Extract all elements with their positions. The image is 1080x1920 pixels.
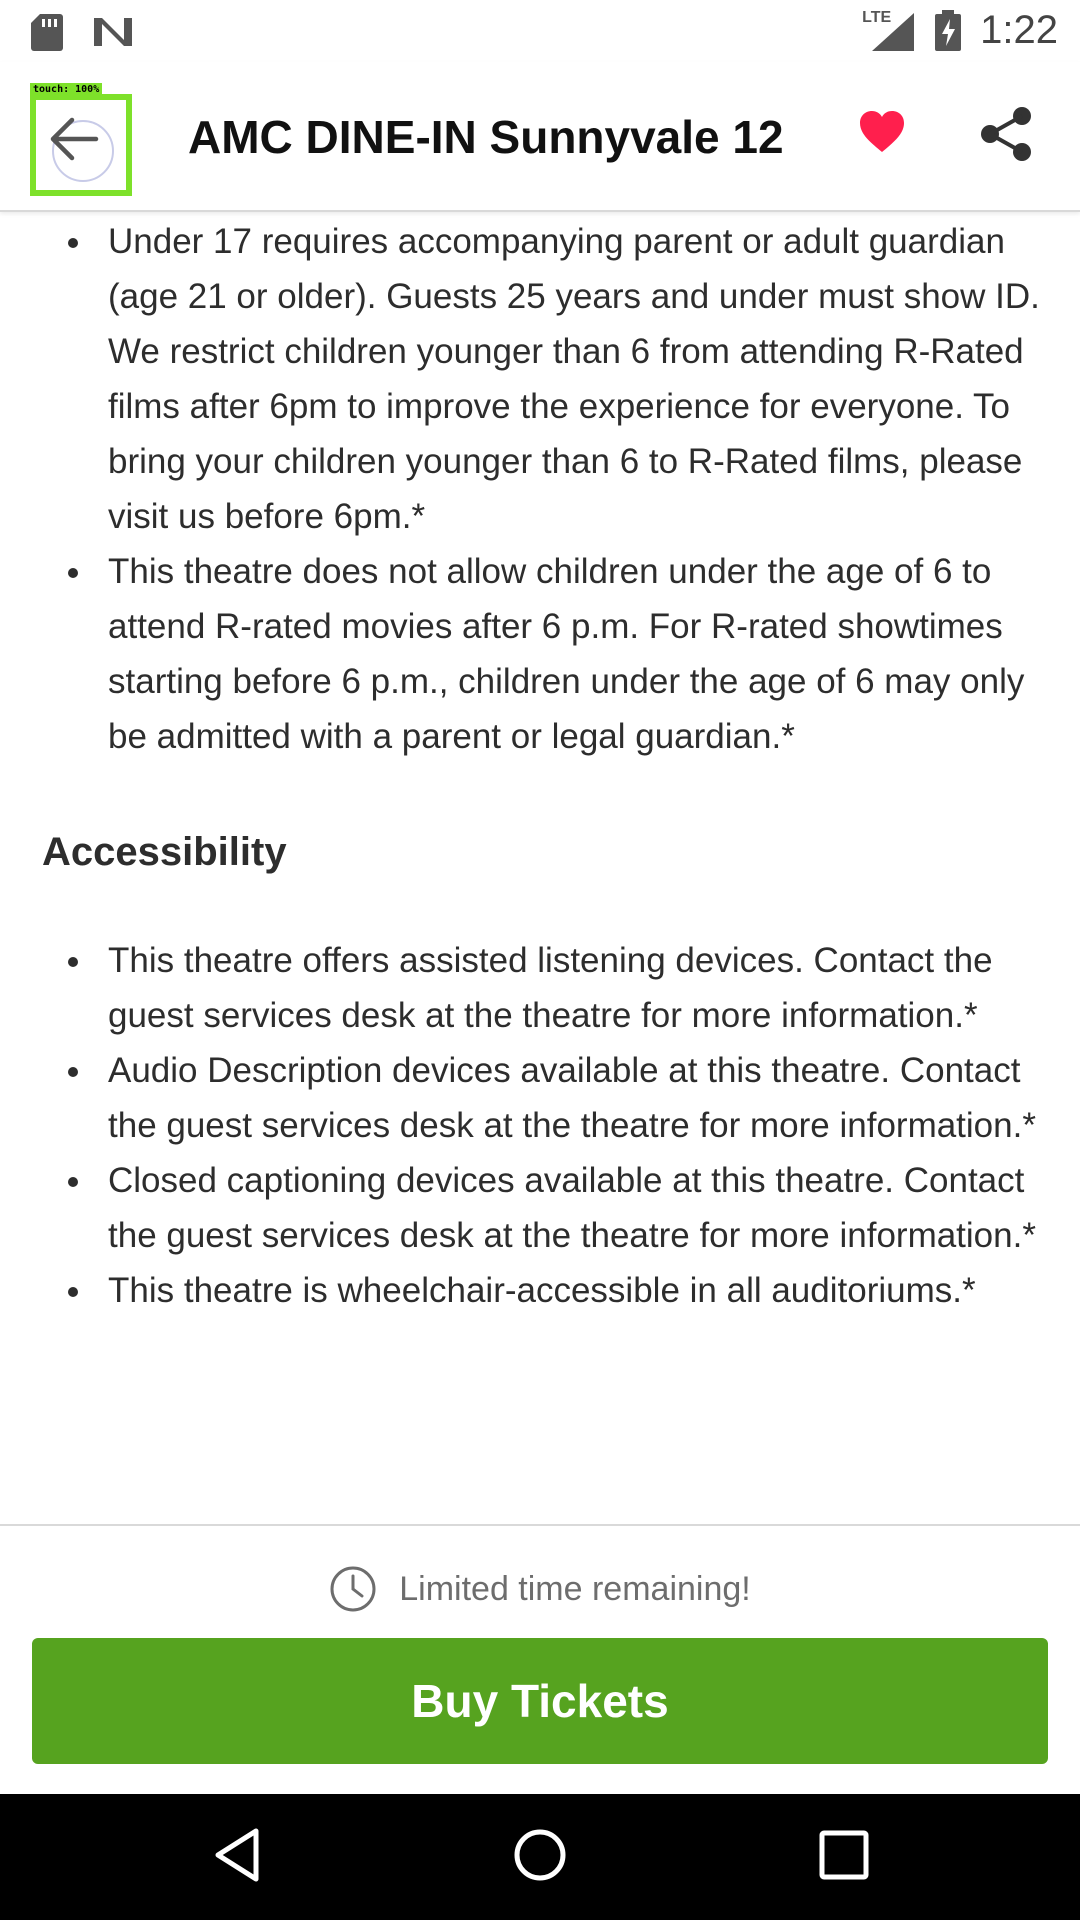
accessibility-text: Audio Description devices available at t… xyxy=(108,1051,1036,1145)
list-item: This theatre does not allow children und… xyxy=(0,544,1080,764)
nav-back-icon xyxy=(215,1828,259,1882)
battery-charging-icon xyxy=(935,9,962,51)
app-bar: touch: 100% AMC DINE-IN Sunnyvale 12 xyxy=(0,62,1080,212)
sd-card-icon xyxy=(31,14,63,51)
policy-text: Under 17 requires accompanying parent or… xyxy=(108,222,1040,536)
bullet xyxy=(68,1287,78,1297)
list-item: Under 17 requires accompanying parent or… xyxy=(0,214,1080,544)
accessibility-text: Closed captioning devices available at t… xyxy=(108,1161,1036,1255)
accessibility-list: This theatre offers assisted listening d… xyxy=(0,933,1080,1318)
heart-icon xyxy=(860,111,904,152)
nav-recents-button[interactable] xyxy=(818,1827,870,1888)
purchase-panel: Limited time remaining! Buy Tickets xyxy=(0,1524,1080,1794)
limited-time-text: Limited time remaining! xyxy=(399,1569,751,1608)
clock: 1:22 xyxy=(980,8,1058,52)
n-logo-icon xyxy=(94,18,132,46)
limited-time-notice: Limited time remaining! xyxy=(0,1554,1080,1624)
back-button[interactable] xyxy=(30,94,132,196)
nav-back-button[interactable] xyxy=(212,1827,262,1888)
bullet xyxy=(68,568,78,578)
list-item: This theatre is wheelchair-accessible in… xyxy=(0,1263,1080,1318)
bullet xyxy=(68,1177,78,1187)
bullet xyxy=(68,238,78,248)
accessibility-text: This theatre offers assisted listening d… xyxy=(108,941,993,1035)
nav-home-icon xyxy=(514,1829,566,1881)
list-item: Audio Description devices available at t… xyxy=(0,1043,1080,1153)
signal-icon: LTE xyxy=(862,9,916,53)
back-arrow-icon xyxy=(50,117,99,161)
clock-icon xyxy=(330,1566,376,1612)
bullet xyxy=(68,1067,78,1077)
system-nav-bar xyxy=(0,1794,1080,1920)
buy-tickets-button[interactable]: Buy Tickets xyxy=(32,1638,1048,1764)
share-button[interactable] xyxy=(980,106,1034,167)
list-item: Closed captioning devices available at t… xyxy=(0,1153,1080,1263)
theatre-details-content[interactable]: Under 17 requires accompanying parent or… xyxy=(0,214,1080,1524)
policy-text: This theatre does not allow children und… xyxy=(108,552,1025,756)
accessibility-text: This theatre is wheelchair-accessible in… xyxy=(108,1271,976,1310)
list-item: This theatre offers assisted listening d… xyxy=(0,933,1080,1043)
nav-recents-icon xyxy=(819,1830,869,1880)
bullet xyxy=(68,957,78,967)
policy-list: Under 17 requires accompanying parent or… xyxy=(0,214,1080,764)
status-bar: LTE 1:22 xyxy=(0,0,1080,62)
nav-home-button[interactable] xyxy=(512,1827,568,1888)
page-title: AMC DINE-IN Sunnyvale 12 xyxy=(188,111,784,163)
favorite-button[interactable] xyxy=(858,110,906,159)
share-icon xyxy=(981,107,1031,161)
accessibility-heading: Accessibility xyxy=(42,830,287,874)
